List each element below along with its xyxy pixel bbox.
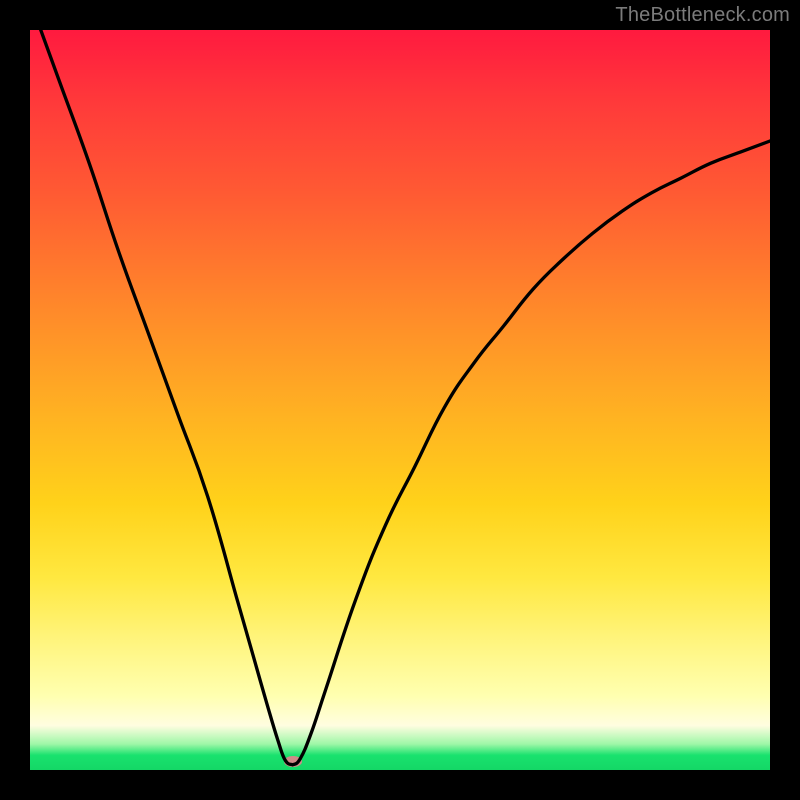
chart-root: TheBottleneck.com [0, 0, 800, 800]
plot-area [30, 30, 770, 770]
bottleneck-curve-path [30, 30, 770, 765]
watermark-text: TheBottleneck.com [615, 4, 790, 27]
bottleneck-curve-svg [30, 30, 770, 770]
